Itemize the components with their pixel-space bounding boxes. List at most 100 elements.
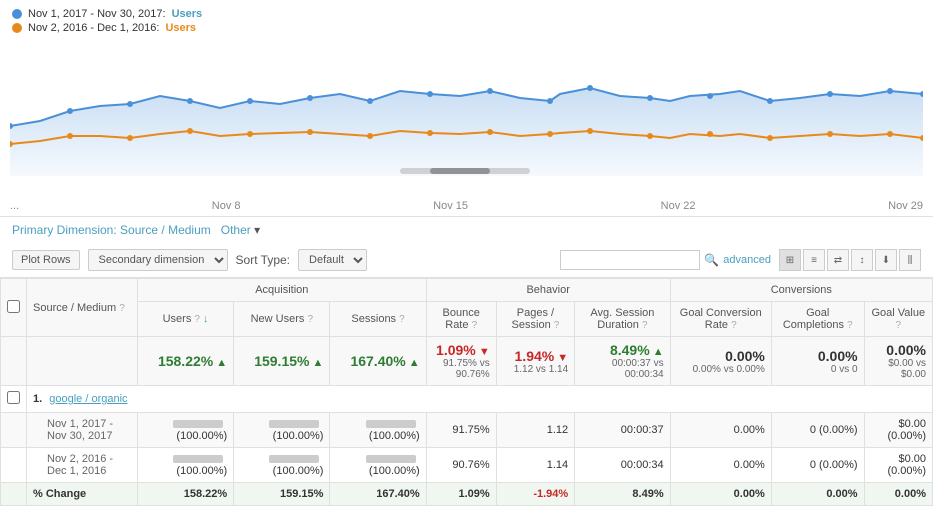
row1-sub1-goal-conv: 0.00% (670, 413, 771, 448)
secondary-dimension-select[interactable]: Secondary dimension (88, 249, 228, 271)
x-axis: ... Nov 8 Nov 15 Nov 22 Nov 29 (0, 196, 933, 216)
primary-dimension-other[interactable]: Other (221, 223, 251, 237)
legend-series-previous: Users (165, 22, 196, 34)
legend-dot-orange (12, 23, 22, 33)
pages-per-session-header: Pages / Session ? (496, 302, 574, 337)
compare-icon[interactable]: ⇄ (827, 249, 849, 271)
advanced-link[interactable]: advanced (723, 254, 771, 266)
pages-help-icon[interactable]: ? (554, 320, 560, 331)
dimension-help-icon[interactable]: ? (119, 303, 125, 314)
goal-value-header: Goal Value ? (864, 302, 932, 337)
row1-number: 1. (33, 393, 42, 405)
summary-bounce-rate-cell: 1.09% ▼ 91.75% vs 90.76% (426, 337, 496, 386)
summary-pages-cell: 1.94% ▼ 1.12 vs 1.14 (496, 337, 574, 386)
row1-sub2-sessions: (100.00%) (330, 448, 426, 483)
row1-sub1-label: Nov 1, 2017 - Nov 30, 2017 (27, 413, 138, 448)
summary-goal-conv-sub: 0.00% vs 0.00% (677, 364, 765, 375)
search-icon[interactable]: 🔍 (704, 253, 719, 267)
row1-checkbox-cell (1, 386, 27, 413)
row1-bar-users (173, 420, 223, 428)
row1-sub1-goal-comp: 0 (0.00%) (771, 413, 864, 448)
summary-sessions-value: 167.40% (350, 353, 405, 369)
line-chart (10, 36, 923, 176)
row1-sub1-new-users: (100.00%) (234, 413, 330, 448)
summary-bounce-rate-value: 1.09% (436, 342, 476, 358)
sessions-help-icon[interactable]: ? (399, 314, 405, 325)
avg-session-duration-header: Avg. Session Duration ? (575, 302, 670, 337)
list-view-icon[interactable]: ≡ (803, 249, 825, 271)
goal-val-help-icon[interactable]: ? (896, 320, 902, 331)
chart-title: SEARCH TRAFFIC (202, 0, 841, 1)
row1-dimension-link[interactable]: google / organic (49, 393, 127, 405)
users-sort-icon[interactable]: ↓ (203, 313, 209, 325)
table-row: Nov 1, 2017 - Nov 30, 2017 (100.00%) (10… (1, 413, 933, 448)
summary-pages-arrow: ▼ (557, 352, 568, 364)
summary-checkbox-cell (1, 337, 27, 386)
goal-conversion-rate-header: Goal Conversion Rate ? (670, 302, 771, 337)
sort-type-select[interactable]: Default (298, 249, 367, 271)
percent-row-label: % Change (27, 483, 138, 506)
pct-goal-comp: 0.00% (771, 483, 864, 506)
behavior-group-header: Behavior (426, 279, 670, 302)
summary-bounce-sub1: 91.75% vs (433, 358, 490, 369)
row1-sub2-label: Nov 2, 2016 - Dec 1, 2016 (27, 448, 138, 483)
x-label-3: Nov 22 (661, 200, 696, 212)
goal-comp-help-icon[interactable]: ? (847, 320, 853, 331)
columns-icon[interactable]: ⫼ (899, 249, 921, 271)
summary-pages-sub: 1.12 vs 1.14 (503, 364, 568, 375)
row1-checkbox[interactable] (7, 391, 20, 404)
primary-dimension-value[interactable]: Source / Medium (120, 223, 211, 237)
row1-sub2-bar-sessions (366, 455, 416, 463)
summary-avg-dur-cell: 8.49% ▲ 00:00:37 vs 00:00:34 (575, 337, 670, 386)
new-users-header: New Users ? (234, 302, 330, 337)
download-icon[interactable]: ⬇ (875, 249, 897, 271)
chart-container (0, 36, 933, 196)
x-label-0: ... (10, 200, 19, 212)
select-all-checkbox[interactable] (7, 300, 20, 313)
summary-goal-val-cell: 0.00% $0.00 vs $0.00 (864, 337, 932, 386)
view-icon-group: ⊞ ≡ ⇄ ↕ ⬇ ⫼ (779, 249, 921, 271)
legend-label-previous: Nov 2, 2016 - Dec 1, 2016: (28, 22, 159, 34)
primary-dimension-bar: Primary Dimension: Source / Medium Other… (0, 216, 933, 243)
goal-conv-help-icon[interactable]: ? (731, 320, 737, 331)
row1-sub1-pages: 1.12 (496, 413, 574, 448)
plot-rows-button[interactable]: Plot Rows (12, 250, 80, 270)
search-box: 🔍 advanced (560, 250, 771, 270)
summary-bounce-rate-arrow: ▼ (479, 346, 490, 358)
row1-dimension: 1. google / organic (27, 386, 933, 413)
summary-users-value: 158.22% (158, 353, 213, 369)
grid-view-icon[interactable]: ⊞ (779, 249, 801, 271)
row1-sub2-pages: 1.14 (496, 448, 574, 483)
summary-avg-dur-sub1: 00:00:37 vs (581, 358, 663, 369)
summary-users-arrow: ▲ (216, 357, 227, 369)
row1-bar-new-users (269, 420, 319, 428)
pct-avg-dur: 8.49% (575, 483, 670, 506)
summary-new-users-value: 159.15% (254, 353, 309, 369)
avg-duration-help-icon[interactable]: ? (642, 320, 648, 331)
row1-sub2-avg-dur: 00:00:34 (575, 448, 670, 483)
summary-row: 158.22% ▲ 159.15% ▲ 167.40% ▲ 1.09% ▼ 91… (1, 337, 933, 386)
row1-sub1-avg-dur: 00:00:37 (575, 413, 670, 448)
summary-pages-value: 1.94% (515, 348, 555, 364)
x-label-2: Nov 15 (433, 200, 468, 212)
bounce-rate-help-icon[interactable]: ? (472, 320, 478, 331)
new-users-help-icon[interactable]: ? (307, 314, 313, 325)
x-label-1: Nov 8 (212, 200, 241, 212)
legend-item-current: Nov 1, 2017 - Nov 30, 2017: Users (12, 8, 202, 20)
pct-goal-conv: 0.00% (670, 483, 771, 506)
pivot-icon[interactable]: ↕ (851, 249, 873, 271)
row1-sub2-bounce-rate: 90.76% (426, 448, 496, 483)
conversions-group-header: Conversions (670, 279, 932, 302)
data-table: Source / Medium ? Acquisition Behavior C… (0, 278, 933, 506)
summary-bounce-sub2: 90.76% (433, 369, 490, 380)
row1-sub1-goal-val: $0.00 (0.00%) (864, 413, 932, 448)
summary-sessions-arrow: ▲ (409, 357, 420, 369)
search-input[interactable] (560, 250, 700, 270)
row1-sub1-users: (100.00%) (137, 413, 233, 448)
summary-goal-val-value: 0.00% (886, 342, 926, 358)
users-help-icon[interactable]: ? (194, 314, 200, 325)
summary-goal-comp-sub: 0 vs 0 (778, 364, 858, 375)
summary-avg-dur-arrow: ▲ (653, 346, 664, 358)
summary-goal-comp-cell: 0.00% 0 vs 0 (771, 337, 864, 386)
select-all-header (1, 279, 27, 337)
